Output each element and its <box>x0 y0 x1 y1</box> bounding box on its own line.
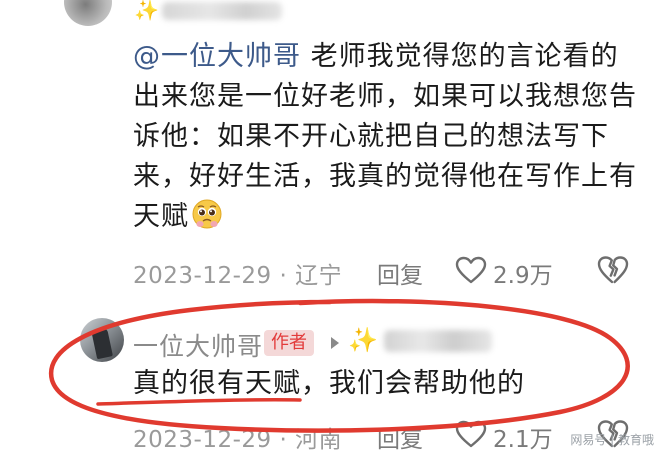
author-name[interactable]: 一位大帅哥 <box>133 327 263 363</box>
reply-button[interactable]: 回复 <box>377 420 423 454</box>
comment-thread: ✨ @一位大帅哥 老师我觉得您的言论看的出来您是一位好老师，如果可以我想您告诉他… <box>0 0 660 454</box>
author-comment-text: 真的很有天赋，我们会帮助他的 <box>133 368 525 399</box>
reply-comment-text: @一位大帅哥 老师我觉得您的言论看的出来您是一位好老师，如果可以我想您告诉他：如… <box>133 37 645 237</box>
author-avatar[interactable] <box>80 318 124 362</box>
pleading-face-emoji-icon <box>192 199 222 229</box>
author-badge: 作者 <box>264 330 314 356</box>
broken-heart-icon <box>597 256 629 284</box>
dislike-button[interactable] <box>597 255 629 291</box>
heart-icon <box>455 256 487 284</box>
watermark: 网易号 | 教育哦 <box>570 433 654 447</box>
avatar[interactable] <box>64 0 112 26</box>
blurred-reply-target[interactable] <box>384 330 492 352</box>
heart-icon <box>455 420 487 448</box>
comment-date-location: 2023-12-29 · 辽宁 <box>133 263 343 289</box>
reply-button[interactable]: 回复 <box>377 256 423 290</box>
sparkle-icon: ✨ <box>348 326 378 354</box>
reply-meta-row: 2023-12-29 · 辽宁 回复 2.9万 <box>133 254 643 289</box>
blurred-username[interactable] <box>162 2 282 20</box>
like-count: 2.1万 <box>493 427 553 453</box>
author-meta-row: 2023-12-29 · 河南 回复 2.1万 <box>133 418 643 453</box>
sparkle-icon: ✨ <box>134 0 159 22</box>
previous-comment-header: ✨ <box>0 0 660 30</box>
play-arrow-icon <box>331 337 339 349</box>
mention-link[interactable]: @一位大帅哥 <box>133 41 301 72</box>
like-count: 2.9万 <box>493 263 553 289</box>
comment-date-location: 2023-12-29 · 河南 <box>133 427 343 453</box>
